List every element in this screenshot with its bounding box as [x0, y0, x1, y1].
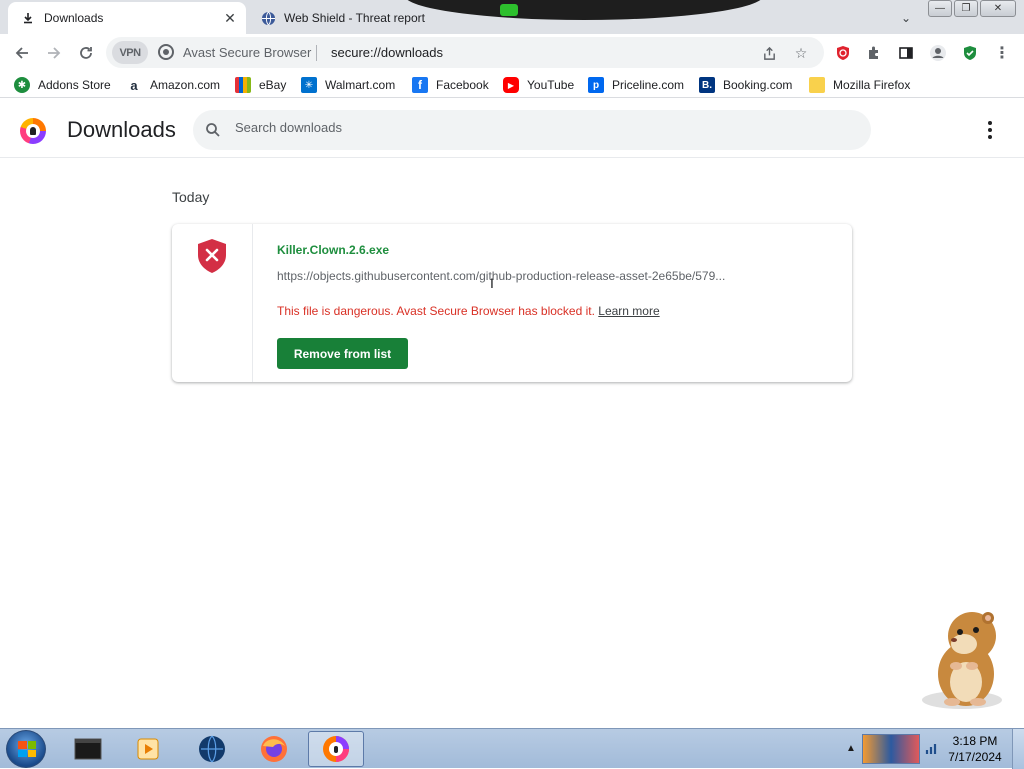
danger-warning: This file is dangerous. Avast Secure Bro… [277, 304, 660, 318]
omnibox-divider [316, 45, 317, 61]
bookmark-youtube[interactable]: ▶ YouTube [503, 76, 574, 94]
remove-from-list-button[interactable]: Remove from list [277, 338, 408, 369]
search-icon [206, 123, 220, 137]
tab-title: Web Shield - Threat report [284, 11, 425, 25]
search-downloads-box[interactable] [193, 110, 871, 150]
download-icon [20, 10, 36, 26]
globe-icon [260, 10, 276, 26]
security-check-shield-icon[interactable] [960, 43, 980, 63]
bookmark-label: Facebook [436, 78, 489, 92]
bookmark-label: Addons Store [38, 78, 111, 92]
youtube-icon: ▶ [503, 77, 519, 93]
text-cursor-icon: I [490, 275, 494, 291]
close-window-button[interactable]: ✕ [980, 0, 1016, 17]
search-input[interactable] [235, 120, 835, 135]
more-actions-icon[interactable] [978, 118, 1002, 142]
bookmark-label: Mozilla Firefox [833, 78, 911, 92]
avast-browser-icon [323, 736, 349, 762]
ebay-icon [235, 77, 251, 93]
bookmark-star-icon[interactable]: ☆ [792, 44, 810, 62]
file-name-link[interactable]: Killer.Clown.2.6.exe [277, 243, 389, 257]
bookmark-label: YouTube [527, 78, 575, 92]
bookmark-booking[interactable]: B. Booking.com [699, 76, 792, 94]
start-button[interactable] [6, 730, 46, 768]
restore-window-button[interactable]: ❐ [954, 0, 978, 17]
profile-avatar-icon[interactable] [928, 43, 948, 63]
taskbar-command-prompt[interactable] [60, 731, 116, 767]
taskbar-clock[interactable]: 3:18 PM 7/17/2024 [940, 733, 1010, 765]
danger-message: This file is dangerous. Avast Secure Bro… [277, 304, 595, 318]
show-desktop-button[interactable] [1012, 729, 1024, 769]
tab-strip: Downloads ✕ Web Shield - Threat report ⌄… [0, 0, 1024, 34]
facebook-icon: f [412, 77, 428, 93]
sidebar-panel-icon[interactable] [896, 43, 916, 63]
address-bar[interactable]: VPN Avast Secure Browser secure://downlo… [106, 37, 824, 68]
taskbar-media-player[interactable] [120, 731, 176, 767]
bookmark-label: Amazon.com [150, 78, 221, 92]
network-icon[interactable] [924, 741, 938, 755]
bookmark-ebay[interactable]: eBay [235, 76, 286, 94]
close-tab-icon[interactable]: ✕ [222, 10, 238, 26]
command-prompt-icon [74, 738, 102, 760]
clock-date: 7/17/2024 [948, 750, 1002, 764]
avast-secure-icon [158, 44, 174, 60]
walmart-icon: ✳ [301, 77, 317, 93]
minimize-window-button[interactable]: — [928, 0, 952, 17]
windows-taskbar: ▲ 3:18 PM 7/17/2024 [0, 728, 1024, 769]
taskbar-avast-browser[interactable] [308, 731, 364, 767]
globe-app-icon [199, 735, 225, 763]
avast-browser-logo-icon [20, 118, 46, 144]
file-source-url[interactable]: https://objects.githubusercontent.com/gi… [277, 269, 725, 283]
downloads-header: Downloads [0, 100, 1024, 158]
danger-shield-icon [198, 239, 226, 273]
learn-more-link[interactable]: Learn more [598, 304, 659, 318]
bookmark-folder-mozilla-firefox[interactable]: Mozilla Firefox [809, 76, 910, 94]
tab-downloads[interactable]: Downloads ✕ [8, 2, 246, 34]
reload-icon[interactable] [72, 39, 100, 67]
tab-web-shield[interactable]: Web Shield - Threat report [250, 2, 500, 34]
forward-arrow-icon[interactable] [40, 39, 68, 67]
bookmark-amazon[interactable]: a Amazon.com [126, 76, 220, 94]
browser-menu-icon[interactable]: ⋮ [992, 43, 1012, 63]
share-icon[interactable] [760, 44, 778, 62]
tray-expand-arrow-icon[interactable]: ▲ [846, 743, 856, 754]
priceline-icon: p [588, 77, 604, 93]
browser-brand-label: Avast Secure Browser [183, 45, 312, 60]
addons-store-icon: ✱ [14, 77, 30, 93]
back-arrow-icon[interactable] [8, 39, 36, 67]
bookmark-label: Walmart.com [325, 78, 396, 92]
vpn-button[interactable]: VPN [112, 41, 148, 64]
bookmark-label: Booking.com [723, 78, 793, 92]
extensions-puzzle-icon[interactable] [864, 43, 884, 63]
firefox-icon [261, 736, 287, 762]
tab-title: Downloads [44, 11, 104, 25]
browser-toolbar: VPN Avast Secure Browser secure://downlo… [0, 34, 1024, 72]
bookmarks-bar: ✱ Addons Store a Amazon.com eBay ✳ Walma… [0, 72, 1024, 98]
download-item-card: Killer.Clown.2.6.exe https://objects.git… [172, 224, 852, 382]
clock-time: 3:18 PM [952, 734, 998, 748]
bookmark-label: eBay [259, 78, 287, 92]
media-player-icon [137, 738, 159, 760]
date-heading: Today [172, 189, 210, 205]
hamster-desktop-pet-icon[interactable] [916, 602, 1012, 712]
taskbar-firefox[interactable] [246, 731, 302, 767]
tab-search-chevron-icon[interactable]: ⌄ [896, 8, 916, 28]
amazon-icon: a [126, 77, 142, 93]
tray-app-thumbnail-icon[interactable] [862, 734, 920, 764]
windows-logo-icon [18, 741, 36, 757]
bookmark-addons-store[interactable]: ✱ Addons Store [14, 76, 111, 94]
booking-icon: B. [699, 77, 715, 93]
taskbar-globe-app[interactable] [184, 731, 240, 767]
url-text[interactable]: secure://downloads [331, 45, 443, 60]
page-title: Downloads [67, 117, 176, 142]
bookmark-label: Priceline.com [612, 78, 685, 92]
bookmark-walmart[interactable]: ✳ Walmart.com [301, 76, 395, 94]
adblock-shield-icon[interactable] [833, 43, 853, 63]
download-icon-column [172, 224, 253, 382]
folder-icon [809, 77, 825, 93]
bookmark-facebook[interactable]: f Facebook [412, 76, 489, 94]
overlay-indicator [500, 4, 518, 16]
bookmark-priceline[interactable]: p Priceline.com [588, 76, 684, 94]
